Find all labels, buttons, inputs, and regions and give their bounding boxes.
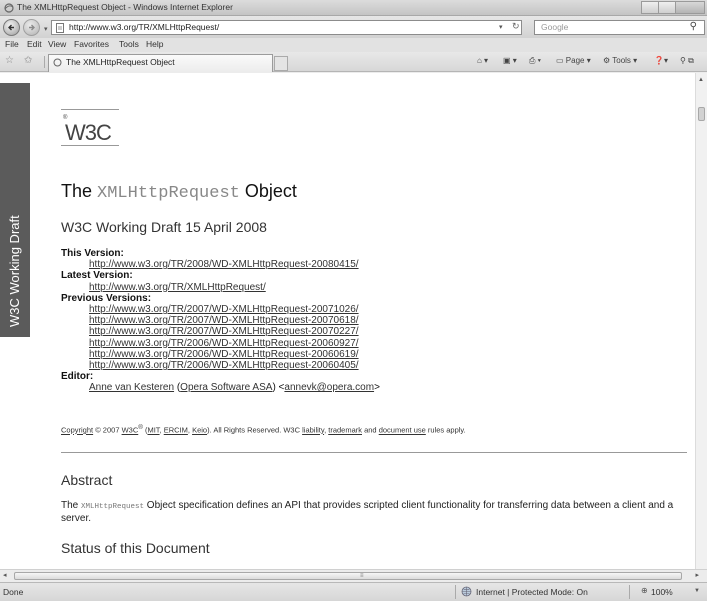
page-menu-button[interactable]: ▭ Page ▾: [556, 56, 591, 65]
back-button[interactable]: [3, 19, 20, 36]
close-button[interactable]: [675, 1, 705, 14]
tools-menu-label: Tools: [612, 56, 631, 65]
separator: [629, 585, 630, 599]
editor-line: Anne van Kesteren (Opera Software ASA) <…: [89, 382, 380, 394]
ie-tab-icon: [53, 58, 62, 67]
scroll-left-icon[interactable]: ◂: [3, 571, 7, 579]
this-version-link[interactable]: http://www.w3.org/TR/2008/WD-XMLHttpRequ…: [89, 259, 359, 270]
maximize-button[interactable]: [658, 1, 676, 14]
abstract-text: The XMLHttpRequest Object specification …: [61, 500, 674, 524]
horizontal-scroll-thumb[interactable]: ≡: [14, 572, 682, 580]
page-viewport: W3C Working Draft W3C ® The XMLHttpReques…: [0, 73, 707, 569]
forward-arrow-icon: [29, 24, 35, 31]
document-use-link[interactable]: document use: [379, 426, 426, 435]
tools-menu-button[interactable]: ⚙ Tools ▾: [603, 56, 637, 65]
menu-view[interactable]: View: [48, 39, 66, 49]
address-dropdown-icon[interactable]: ▾: [499, 23, 503, 31]
minimize-button[interactable]: [641, 1, 659, 14]
window-titlebar: The XMLHttpRequest Object - Windows Inte…: [0, 0, 707, 16]
trademark-link[interactable]: trademark: [328, 426, 362, 435]
new-tab-button[interactable]: [274, 56, 288, 71]
page-menu-label: Page: [565, 56, 585, 65]
print-icon[interactable]: ⎙ ▾: [529, 56, 541, 66]
status-bar: Done Internet | Protected Mode: On ⊕ 100…: [0, 582, 707, 601]
editor-name-link[interactable]: Anne van Kesteren: [89, 382, 174, 393]
badge-label: W3C Working Draft: [7, 215, 22, 327]
scroll-up-icon[interactable]: ▲: [698, 77, 704, 83]
favorites-star-icon[interactable]: ☆: [5, 55, 14, 66]
previous-version-link[interactable]: http://www.w3.org/TR/2006/WD-XMLHttpRequ…: [89, 349, 359, 360]
divider: [61, 452, 687, 453]
latest-version-link[interactable]: http://www.w3.org/TR/XMLHttpRequest/: [89, 282, 266, 293]
mit-link[interactable]: MIT: [147, 426, 159, 435]
ercim-link[interactable]: ERCIM: [164, 426, 188, 435]
editor-email-link[interactable]: annevk@opera.com: [284, 382, 374, 393]
security-zone[interactable]: Internet | Protected Mode: On: [476, 587, 588, 597]
version-info: This Version: http://www.w3.org/TR/2008/…: [61, 248, 691, 394]
previous-version-link[interactable]: http://www.w3.org/TR/2007/WD-XMLHttpRequ…: [89, 315, 359, 326]
add-favorites-icon[interactable]: ✩: [24, 55, 32, 66]
refresh-icon[interactable]: ↻: [512, 21, 520, 32]
history-dropdown-icon[interactable]: ▾: [44, 25, 48, 33]
menu-tools[interactable]: Tools: [119, 39, 139, 49]
zoom-dropdown-icon[interactable]: ▼: [694, 588, 700, 594]
feeds-icon[interactable]: ▣ ▾: [503, 56, 517, 65]
w3c-link[interactable]: W3C: [122, 426, 139, 435]
logo-text: W3C ®: [63, 115, 112, 145]
home-icon[interactable]: ⌂ ▾: [477, 56, 488, 65]
menu-file[interactable]: File: [5, 39, 19, 49]
menu-bar: File Edit View Favorites Tools Help: [0, 38, 707, 52]
copyright-link[interactable]: Copyright: [61, 426, 93, 435]
keio-link[interactable]: Keio: [192, 426, 207, 435]
tab-bar: ☆ ✩ The XMLHttpRequest Object ⌂ ▾ ▣ ▾ ⎙ …: [0, 52, 707, 72]
previous-version-link[interactable]: http://www.w3.org/TR/2006/WD-XMLHttpRequ…: [89, 338, 359, 349]
back-arrow-icon: [8, 24, 14, 31]
working-draft-badge: W3C Working Draft: [0, 83, 30, 337]
copyright-notice: Copyright © 2007 W3C® (MIT, ERCIM, Keio)…: [61, 424, 466, 435]
menu-edit[interactable]: Edit: [27, 39, 42, 49]
this-version-label: This Version:: [61, 248, 124, 259]
vertical-scrollbar[interactable]: ▲: [695, 73, 707, 569]
research-icon[interactable]: ⚲ ⧉: [680, 56, 694, 66]
previous-version-link[interactable]: http://www.w3.org/TR/2006/WD-XMLHttpRequ…: [89, 360, 359, 371]
page-subtitle: W3C Working Draft 15 April 2008: [61, 219, 267, 235]
zoom-level[interactable]: 100%: [651, 587, 673, 597]
url-text: http://www.w3.org/TR/XMLHttpRequest/: [69, 22, 220, 32]
search-placeholder: Google: [541, 22, 569, 32]
help-icon[interactable]: ❓▾: [654, 56, 668, 65]
tab-label: The XMLHttpRequest Object: [66, 57, 175, 67]
previous-version-link[interactable]: http://www.w3.org/TR/2007/WD-XMLHttpRequ…: [89, 304, 359, 315]
globe-icon: [461, 586, 472, 597]
editor-label: Editor:: [61, 371, 94, 383]
status-text: Done: [3, 587, 24, 597]
page-icon: [56, 23, 64, 33]
search-field[interactable]: Google ⚲: [534, 20, 705, 35]
window-controls: [641, 1, 705, 14]
separator: [455, 585, 456, 599]
status-heading: Status of this Document: [61, 540, 210, 556]
zoom-icon: ⊕: [641, 586, 648, 595]
window-title: The XMLHttpRequest Object - Windows Inte…: [17, 2, 233, 12]
address-toolbar: ▾ http://www.w3.org/TR/XMLHttpRequest/ ▾…: [0, 16, 707, 38]
liability-link[interactable]: liability: [302, 426, 324, 435]
previous-versions-label: Previous Versions:: [61, 292, 152, 304]
separator: [44, 56, 45, 68]
tab-active[interactable]: The XMLHttpRequest Object: [48, 54, 273, 72]
menu-favorites[interactable]: Favorites: [74, 39, 109, 49]
w3c-logo[interactable]: W3C ®: [61, 109, 119, 146]
ie-icon: [4, 3, 14, 13]
latest-version-label: Latest Version:: [61, 270, 133, 282]
search-icon[interactable]: ⚲: [690, 21, 697, 32]
scroll-grip-icon: ≡: [360, 573, 364, 579]
abstract-heading: Abstract: [61, 472, 113, 488]
menu-help[interactable]: Help: [146, 39, 163, 49]
vertical-scroll-thumb[interactable]: [698, 107, 705, 121]
horizontal-scrollbar[interactable]: ◂ ≡ ▸: [0, 569, 707, 582]
previous-version-link[interactable]: http://www.w3.org/TR/2007/WD-XMLHttpRequ…: [89, 326, 359, 337]
page-title: The XMLHttpRequest Object: [61, 181, 297, 203]
scroll-right-icon[interactable]: ▸: [695, 571, 699, 579]
address-field[interactable]: http://www.w3.org/TR/XMLHttpRequest/ ▾ ↻…: [51, 20, 543, 35]
forward-button[interactable]: [23, 19, 40, 36]
editor-org-link[interactable]: Opera Software ASA: [180, 382, 272, 393]
